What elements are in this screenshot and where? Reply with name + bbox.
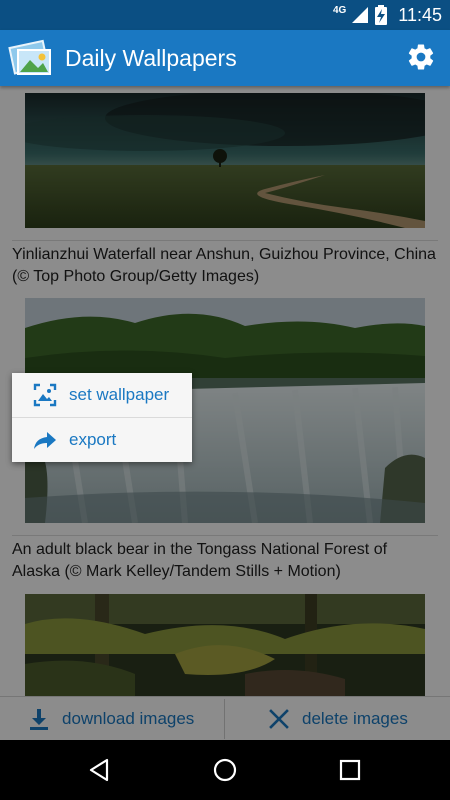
download-icon — [30, 709, 48, 730]
system-navigation-bar — [0, 740, 450, 800]
menu-item-label: set wallpaper — [69, 385, 170, 404]
recents-icon[interactable] — [335, 755, 365, 785]
bottom-bar-divider — [224, 699, 225, 739]
signal-icon — [352, 7, 369, 23]
status-time: 11:45 — [398, 4, 442, 25]
status-bar: 4G 11:45 — [0, 0, 450, 30]
delete-images-label: delete images — [302, 709, 408, 728]
storm-landscape-image — [25, 93, 425, 228]
download-images-button[interactable]: download images — [28, 697, 194, 741]
download-images-label: download images — [62, 709, 195, 728]
menu-item-export[interactable]: export — [12, 418, 192, 462]
divider — [12, 240, 438, 241]
battery-charging-icon — [375, 5, 388, 25]
divider — [12, 535, 438, 536]
menu-item-label: export — [69, 430, 117, 449]
close-icon — [269, 709, 289, 729]
app-bar: Daily Wallpapers — [0, 30, 450, 86]
app-logo-icon — [8, 39, 51, 75]
wallpaper-caption: An adult black bear in the Tongass Natio… — [12, 541, 388, 580]
home-icon[interactable] — [210, 755, 240, 785]
wallpaper-image[interactable] — [25, 594, 425, 696]
menu-item-set-wallpaper[interactable]: set wallpaper — [12, 373, 192, 417]
share-arrow-icon — [34, 432, 56, 449]
wallpaper-image[interactable] — [25, 93, 425, 228]
wallpaper-caption: Yinlianzhui Waterfall near Anshun, Guizh… — [12, 246, 436, 285]
gear-icon[interactable] — [406, 42, 436, 72]
bottom-action-bar: download images delete images — [0, 696, 450, 741]
wallpaper-icon — [33, 383, 57, 407]
forest-bear-image — [25, 594, 425, 696]
delete-images-button[interactable]: delete images — [268, 697, 408, 741]
app-title: Daily Wallpapers — [65, 45, 237, 71]
context-menu: set wallpaper export — [12, 373, 192, 462]
network-type: 4G — [332, 4, 347, 16]
back-icon[interactable] — [85, 755, 115, 785]
